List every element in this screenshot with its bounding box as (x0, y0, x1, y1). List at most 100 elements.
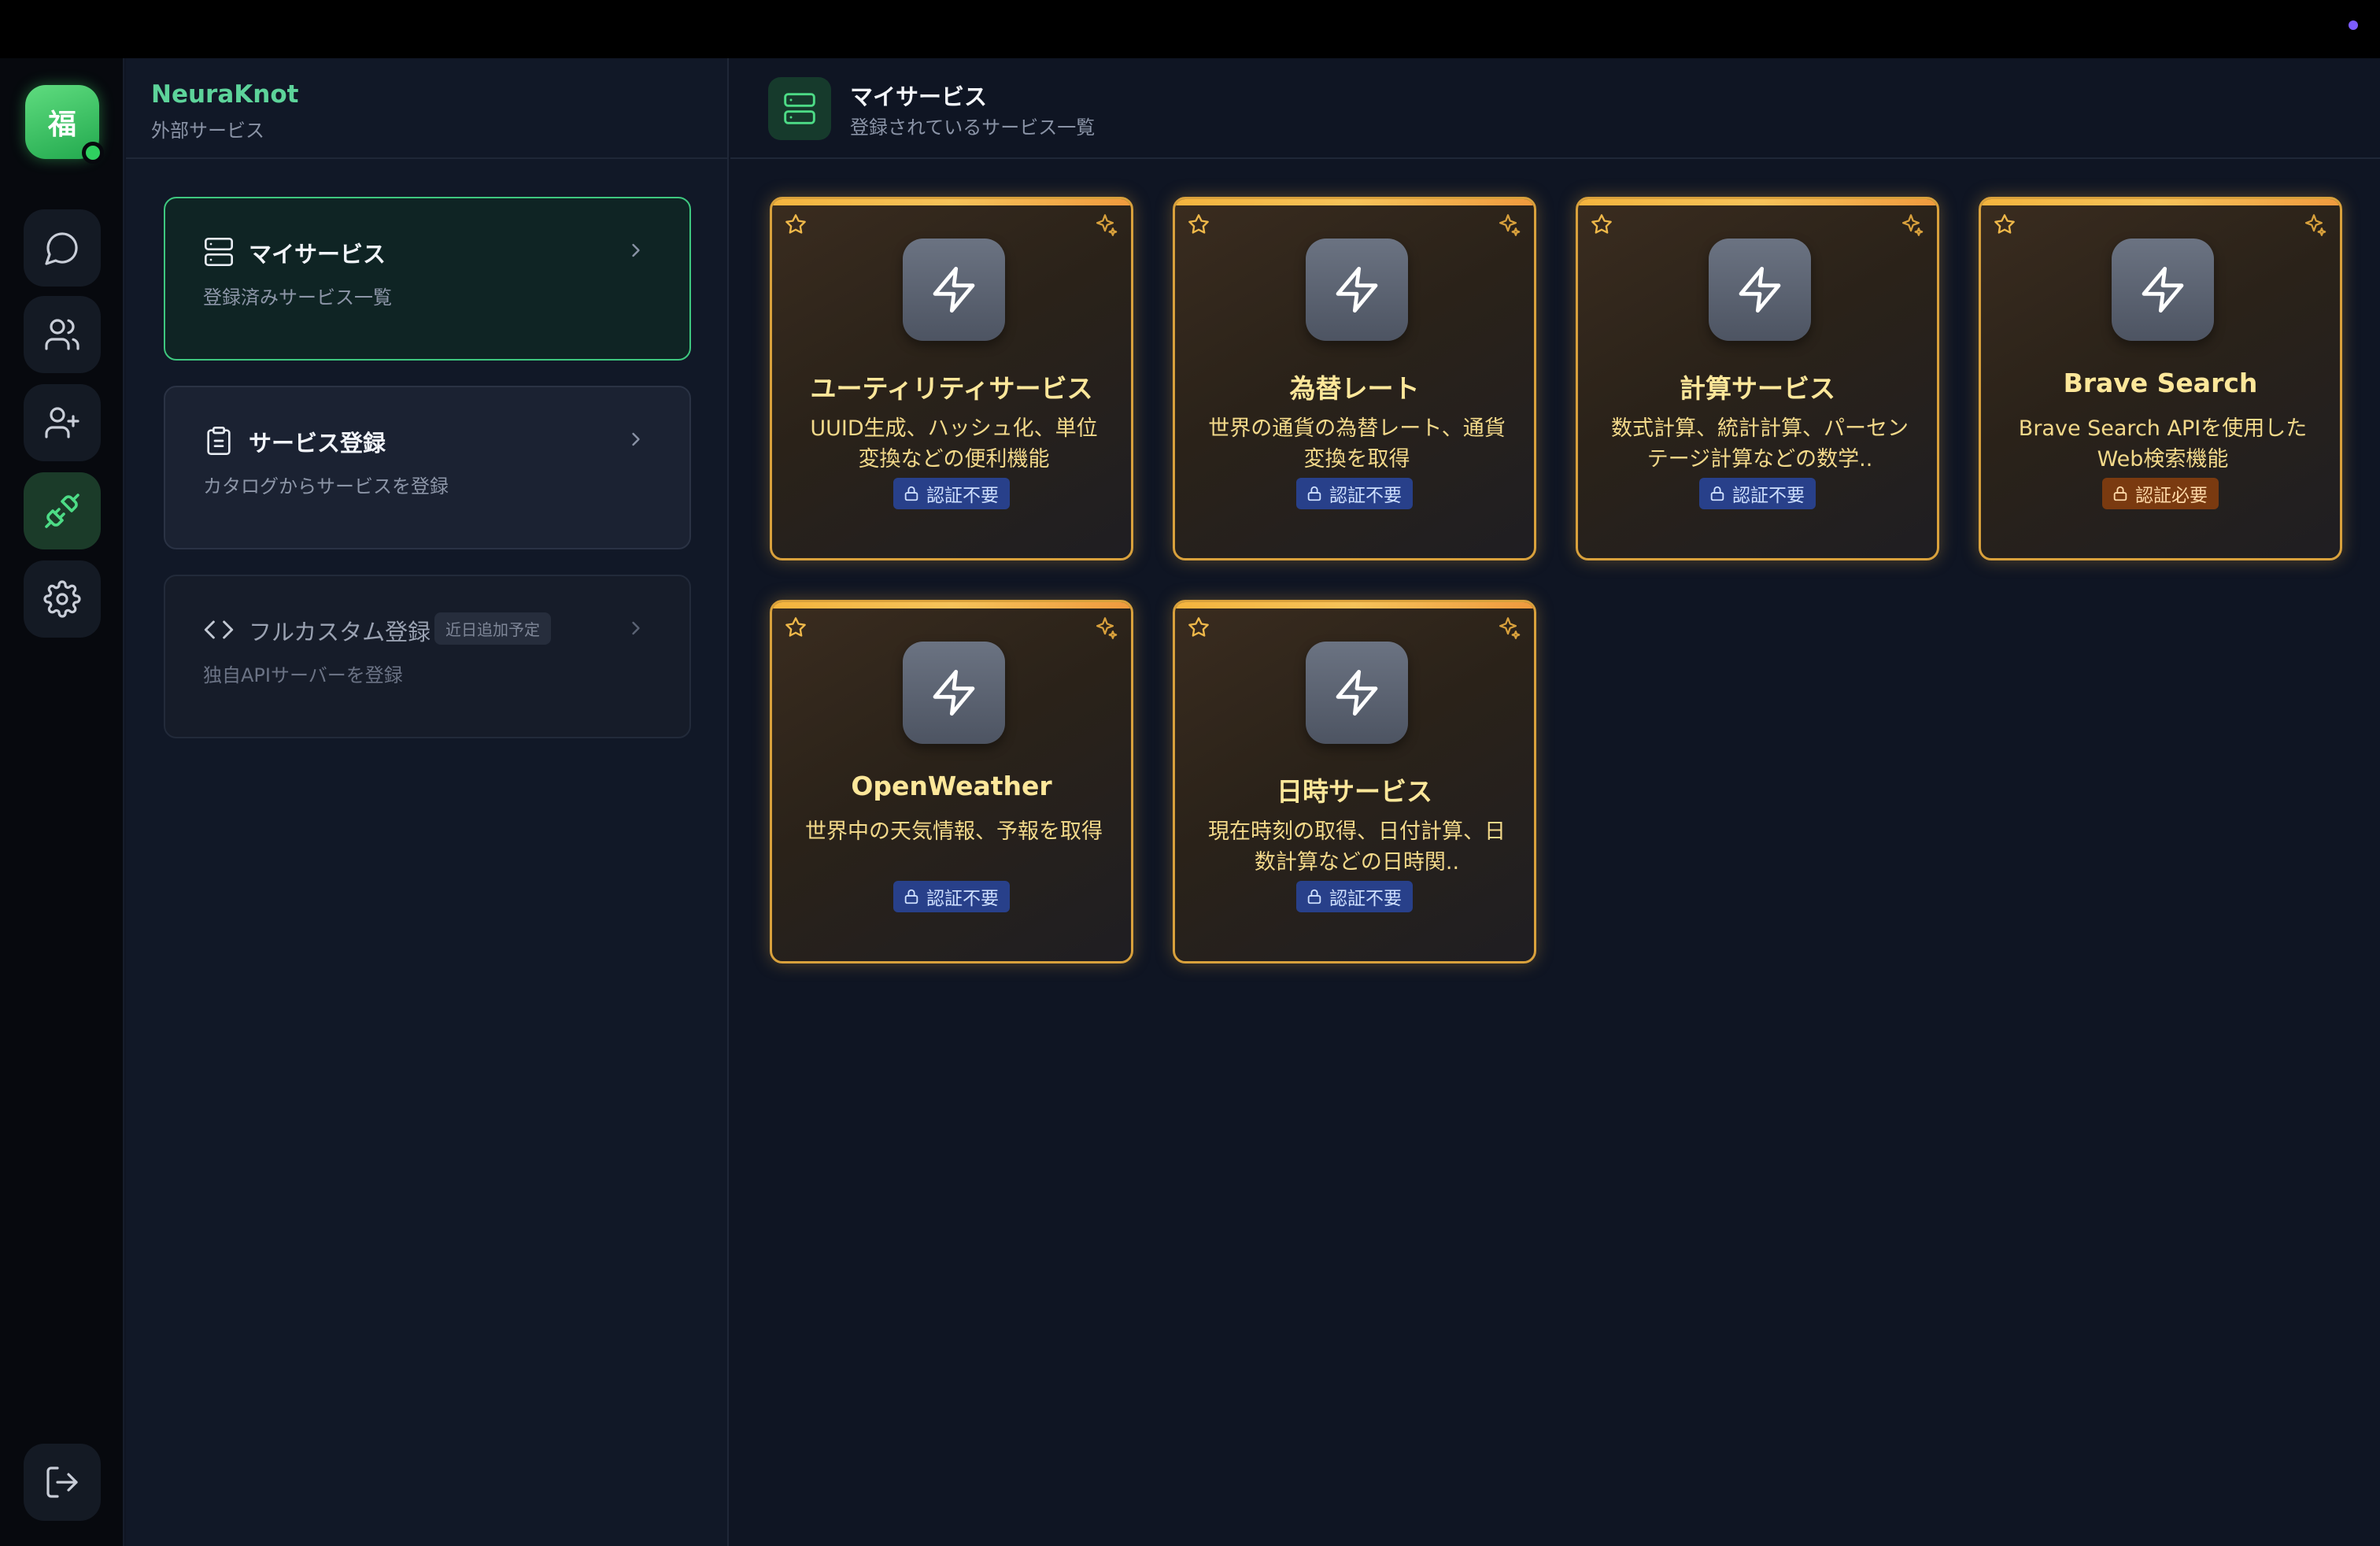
lock-icon (1307, 889, 1321, 904)
chat-bubble-icon (45, 232, 78, 265)
users-icon (45, 319, 79, 350)
service-card[interactable]: 日時サービス現在時刻の取得、日付計算、日数計算などの日時関.. 認証不要 (1173, 600, 1536, 963)
plug-icon (45, 494, 79, 528)
menu-title: マイサービス (249, 241, 386, 268)
auth-label: 認証不要 (926, 889, 999, 909)
auth-label: 認証必要 (2135, 486, 2208, 506)
page-subtitle: 登録されているサービス一覧 (850, 117, 1096, 139)
rail-plugins-button[interactable] (24, 472, 101, 549)
service-title: 日時サービス (1277, 776, 1432, 807)
auth-label: 認証不要 (926, 486, 999, 506)
services-sidebar: NeuraKnot 外部サービス マイサービス 登録済みサービス一覧 サービス登… (126, 58, 729, 1546)
auth-label: 認証不要 (1732, 486, 1805, 506)
rail-settings-button[interactable] (24, 560, 101, 638)
sparkle-icon (1901, 214, 1924, 236)
service-icon (1306, 642, 1408, 744)
code-icon (204, 620, 234, 639)
bolt-icon (1336, 669, 1378, 716)
service-card[interactable]: Brave Search Brave Search APIを使用したWeb検索機能… (1979, 197, 2342, 560)
lock-icon (904, 889, 918, 904)
rail-users-button[interactable] (24, 296, 101, 373)
service-icon (1306, 239, 1408, 341)
menu-subtitle: 登録済みサービス一覧 (203, 287, 392, 309)
menu-subtitle: カタログからサービスを登録 (203, 475, 449, 497)
service-title: 為替レート (1289, 373, 1420, 404)
menu-service-register[interactable]: サービス登録 カタログからサービスを登録 (164, 386, 691, 549)
sparkle-icon (1096, 214, 1118, 236)
chevron-right-icon (632, 432, 640, 446)
lock-icon (904, 486, 918, 501)
auth-badge: 認証不要 (1296, 881, 1413, 912)
menu-my-services[interactable]: マイサービス 登録済みサービス一覧 (164, 197, 691, 361)
service-description: 現在時刻の取得、日付計算、日数計算などの日時関.. (1208, 819, 1506, 875)
star-icon[interactable] (1188, 616, 1210, 638)
service-description: UUID生成、ハッシュ化、単位変換などの便利機能 (810, 416, 1098, 472)
star-icon[interactable] (785, 616, 807, 638)
clipboard-icon (207, 427, 231, 455)
service-card[interactable]: 為替レート世界の通貨の為替レート、通貨変換を取得認証不要 (1173, 197, 1536, 560)
star-icon[interactable] (1994, 213, 2016, 235)
sparkle-icon (1499, 214, 1521, 236)
auth-badge: 認証不要 (893, 881, 1010, 912)
sparkle-icon (2304, 214, 2326, 236)
star-icon[interactable] (785, 213, 807, 235)
icon-rail: 福 (0, 58, 124, 1546)
lock-icon (2113, 486, 2127, 501)
bolt-icon (933, 669, 975, 716)
auth-badge: 認証不要 (1699, 478, 1816, 509)
auth-badge: 認証必要 (2102, 478, 2219, 509)
app-name: NeuraKnot (151, 80, 299, 109)
bolt-icon (1336, 266, 1378, 313)
logout-icon (46, 1466, 78, 1498)
avatar[interactable]: 福 (25, 85, 104, 164)
menu-subtitle: 独自APIサーバーを登録 (203, 664, 403, 686)
auth-label: 認証不要 (1329, 889, 1402, 909)
bolt-icon (933, 266, 975, 313)
rail-logout-button[interactable] (24, 1444, 101, 1521)
auth-badge: 認証不要 (1296, 478, 1413, 509)
rail-add-user-button[interactable] (24, 384, 101, 461)
menu-title: サービス登録 (249, 430, 386, 457)
main-header: マイサービス 登録されているサービス一覧 (730, 58, 2380, 159)
top-bar (0, 0, 2380, 58)
service-icon (903, 239, 1005, 341)
bolt-icon (2142, 266, 2184, 313)
header-icon-box (768, 77, 831, 140)
lock-icon (1307, 486, 1321, 501)
avatar-initial: 福 (47, 109, 76, 141)
chevron-right-icon (632, 621, 640, 635)
sparkle-icon (1499, 617, 1521, 639)
gear-icon (43, 580, 81, 618)
service-title: ユーティリティサービス (810, 373, 1093, 404)
sparkle-icon (1096, 617, 1118, 639)
service-icon (1709, 239, 1811, 341)
service-description: 世界中の天気情報、予報を取得 (805, 819, 1103, 844)
auth-label: 認証不要 (1329, 486, 1402, 506)
service-card[interactable]: ユーティリティサービス UUID生成、ハッシュ化、単位変換などの便利機能認証不要 (770, 197, 1133, 560)
page-title: マイサービス (850, 83, 988, 110)
star-icon[interactable] (1188, 213, 1210, 235)
service-description: 世界の通貨の為替レート、通貨変換を取得 (1208, 416, 1506, 472)
status-dot (2349, 20, 2358, 30)
service-card[interactable]: 計算サービス数式計算、統計計算、パーセンテージ計算などの数学.. 認証不要 (1576, 197, 1939, 560)
rail-chat-button[interactable] (24, 209, 101, 287)
star-icon[interactable] (1591, 213, 1613, 235)
service-icon (903, 642, 1005, 744)
service-title: OpenWeather (851, 771, 1052, 801)
server-icon (205, 238, 233, 266)
online-indicator (82, 142, 104, 164)
service-description: Brave Search APIを使用したWeb検索機能 (2018, 416, 2308, 472)
service-description: 数式計算、統計計算、パーセンテージ計算などの数学.. (1611, 416, 1909, 472)
auth-badge: 認証不要 (893, 478, 1010, 509)
menu-title: フルカスタム登録 (249, 619, 431, 645)
service-title: Brave Search (2063, 368, 2258, 398)
lock-icon (1710, 486, 1724, 501)
sidebar-header: NeuraKnot 外部サービス (126, 58, 729, 159)
main-content: マイサービス 登録されているサービス一覧 ユーティリティサービス UUID生成、ハ… (730, 58, 2380, 1546)
chevron-right-icon (632, 243, 640, 257)
server-icon (784, 93, 815, 124)
user-plus-icon (45, 407, 79, 438)
menu-full-custom-register: フルカスタム登録 近日追加予定 独自APIサーバーを登録 (164, 575, 691, 738)
service-card[interactable]: OpenWeather 世界中の天気情報、予報を取得認証不要 (770, 600, 1133, 963)
service-title: 計算サービス (1680, 373, 1835, 404)
